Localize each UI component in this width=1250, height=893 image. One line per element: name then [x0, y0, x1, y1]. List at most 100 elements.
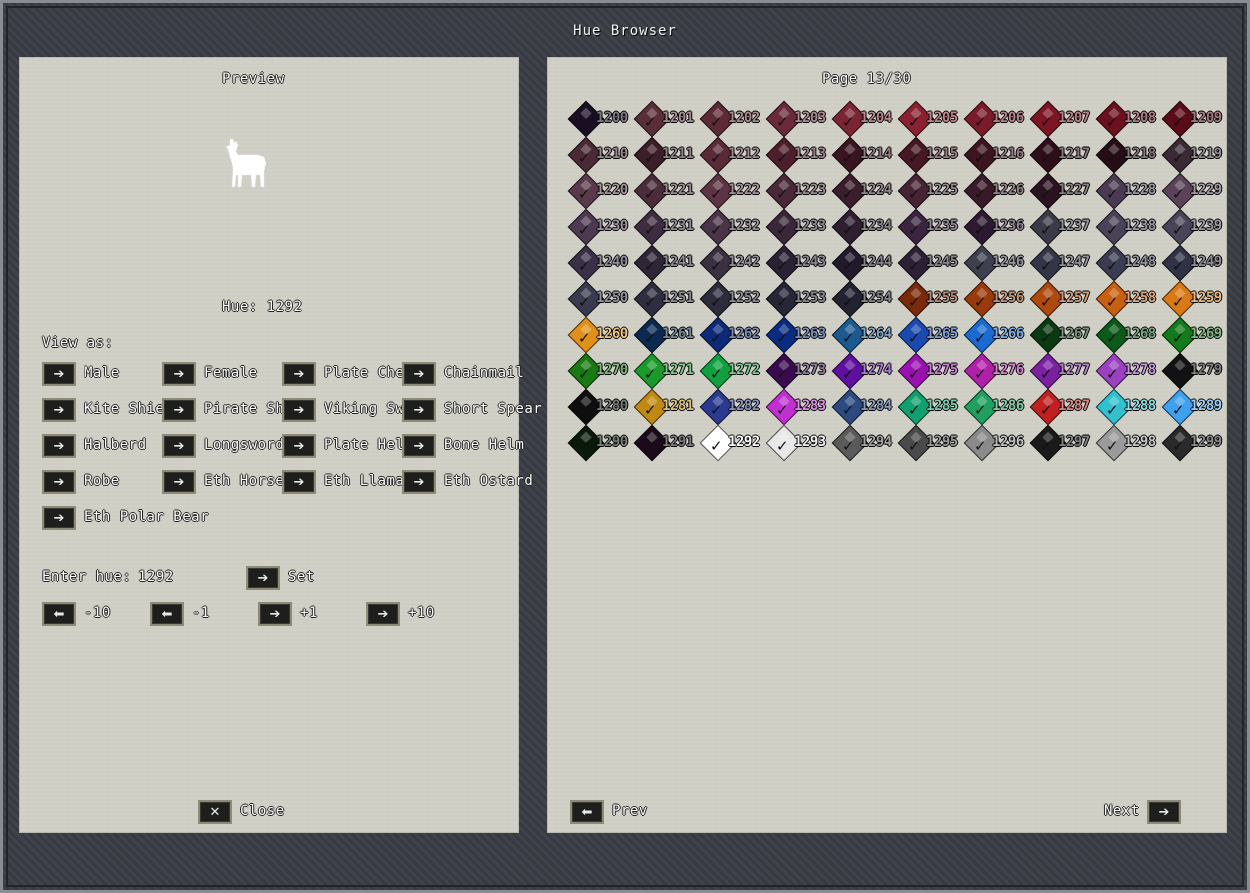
hue-swatch[interactable]: ✓ 1238 — [1095, 208, 1162, 246]
view-as-plate-chest-button[interactable]: ➔ — [282, 362, 316, 386]
hue-swatch[interactable]: ✓ 1245 — [897, 244, 964, 282]
hue-swatch[interactable]: ✓ 1239 — [1161, 208, 1228, 246]
enter-hue-input[interactable]: 1292 — [138, 569, 174, 585]
hue-swatch[interactable]: ✓ 1226 — [963, 172, 1030, 210]
hue-swatch[interactable]: ✓ 1260 — [567, 316, 634, 354]
minus-10-button[interactable]: ⬅ — [42, 602, 76, 626]
hue-swatch[interactable]: ✓ 1266 — [963, 316, 1030, 354]
hue-swatch[interactable]: ✓ 1263 — [765, 316, 832, 354]
view-as-female-button[interactable]: ➔ — [162, 362, 196, 386]
hue-swatch[interactable]: ✓ 1240 — [567, 244, 634, 282]
hue-swatch[interactable]: ✓ 1277 — [1029, 352, 1096, 390]
hue-swatch[interactable]: ✓ 1204 — [831, 100, 898, 138]
hue-swatch[interactable]: ✓ 1282 — [699, 388, 766, 426]
hue-swatch[interactable]: ✓ 1271 — [633, 352, 700, 390]
hue-swatch[interactable]: ✓ 1207 — [1029, 100, 1096, 138]
hue-swatch[interactable]: ✓ 1286 — [963, 388, 1030, 426]
hue-swatch[interactable]: ✓ 1220 — [567, 172, 634, 210]
hue-swatch[interactable]: ✓ 1264 — [831, 316, 898, 354]
hue-swatch[interactable]: ✓ 1227 — [1029, 172, 1096, 210]
hue-swatch[interactable]: ✓ 1243 — [765, 244, 832, 282]
hue-swatch[interactable]: ✓ 1278 — [1095, 352, 1162, 390]
hue-swatch[interactable]: ✓ 1209 — [1161, 100, 1228, 138]
hue-swatch[interactable]: ✓ 1217 — [1029, 136, 1096, 174]
hue-swatch[interactable]: ✓ 1202 — [699, 100, 766, 138]
hue-swatch[interactable]: ✓ 1251 — [633, 280, 700, 318]
hue-swatch[interactable]: ✓ 1232 — [699, 208, 766, 246]
hue-swatch[interactable]: ✓ 1289 — [1161, 388, 1228, 426]
hue-swatch[interactable]: ✓ 1254 — [831, 280, 898, 318]
hue-swatch[interactable]: ✓ 1211 — [633, 136, 700, 174]
hue-swatch[interactable]: ✓ 1293 — [765, 424, 832, 462]
hue-swatch[interactable]: ✓ 1208 — [1095, 100, 1162, 138]
hue-swatch[interactable]: ✓ 1201 — [633, 100, 700, 138]
hue-swatch[interactable]: ✓ 1246 — [963, 244, 1030, 282]
hue-swatch[interactable]: ✓ 1288 — [1095, 388, 1162, 426]
hue-swatch[interactable]: ✓ 1223 — [765, 172, 832, 210]
view-as-viking-sword-button[interactable]: ➔ — [282, 398, 316, 422]
hue-swatch[interactable]: ✓ 1269 — [1161, 316, 1228, 354]
hue-swatch[interactable]: ✓ 1283 — [765, 388, 832, 426]
hue-swatch[interactable]: ✓ 1284 — [831, 388, 898, 426]
hue-swatch[interactable]: ✓ 1221 — [633, 172, 700, 210]
hue-swatch[interactable]: ✓ 1216 — [963, 136, 1030, 174]
hue-swatch[interactable]: ✓ 1275 — [897, 352, 964, 390]
view-as-kite-shield-button[interactable]: ➔ — [42, 398, 76, 422]
hue-swatch[interactable]: ✓ 1297 — [1029, 424, 1096, 462]
view-as-male-button[interactable]: ➔ — [42, 362, 76, 386]
hue-swatch[interactable]: ✓ 1225 — [897, 172, 964, 210]
hue-swatch[interactable]: ✓ 1213 — [765, 136, 832, 174]
hue-swatch[interactable]: ✓ 1272 — [699, 352, 766, 390]
hue-swatch[interactable]: ✓ 1273 — [765, 352, 832, 390]
hue-swatch[interactable]: ✓ 1258 — [1095, 280, 1162, 318]
hue-swatch[interactable]: ✓ 1280 — [567, 388, 634, 426]
hue-swatch[interactable]: ✓ 1255 — [897, 280, 964, 318]
hue-swatch[interactable]: ✓ 1290 — [567, 424, 634, 462]
hue-swatch[interactable]: ✓ 1237 — [1029, 208, 1096, 246]
hue-swatch[interactable]: ✓ 1287 — [1029, 388, 1096, 426]
hue-swatch[interactable]: ✓ 1242 — [699, 244, 766, 282]
view-as-longsword-button[interactable]: ➔ — [162, 434, 196, 458]
hue-swatch[interactable]: ✓ 1253 — [765, 280, 832, 318]
hue-swatch[interactable]: ✓ 1205 — [897, 100, 964, 138]
view-as-pirate-shield-button[interactable]: ➔ — [162, 398, 196, 422]
hue-swatch[interactable]: ✓ 1222 — [699, 172, 766, 210]
hue-swatch[interactable]: ✓ 1256 — [963, 280, 1030, 318]
hue-swatch[interactable]: ✓ 1249 — [1161, 244, 1228, 282]
hue-swatch[interactable]: ✓ 1235 — [897, 208, 964, 246]
hue-swatch[interactable]: ✓ 1295 — [897, 424, 964, 462]
hue-swatch[interactable]: 1200 — [567, 100, 634, 138]
hue-swatch[interactable]: ✓ 1224 — [831, 172, 898, 210]
hue-swatch[interactable]: ✓ 1262 — [699, 316, 766, 354]
hue-swatch[interactable]: ✓ 1265 — [897, 316, 964, 354]
hue-swatch[interactable]: ✓ 1294 — [831, 424, 898, 462]
hue-swatch[interactable]: ✓ 1206 — [963, 100, 1030, 138]
hue-swatch[interactable]: ✓ 1218 — [1095, 136, 1162, 174]
view-as-short-spear-button[interactable]: ➔ — [402, 398, 436, 422]
view-as-eth-llama-button[interactable]: ➔ — [282, 470, 316, 494]
view-as-eth-horse-button[interactable]: ➔ — [162, 470, 196, 494]
hue-swatch[interactable]: ✓ 1210 — [567, 136, 634, 174]
plus-1-button[interactable]: ➔ — [258, 602, 292, 626]
hue-swatch[interactable]: ✓ 1285 — [897, 388, 964, 426]
view-as-plate-helm-button[interactable]: ➔ — [282, 434, 316, 458]
view-as-robe-button[interactable]: ➔ — [42, 470, 76, 494]
hue-swatch[interactable]: ✓ 1247 — [1029, 244, 1096, 282]
hue-swatch[interactable]: ✓ 1261 — [633, 316, 700, 354]
hue-swatch[interactable]: ✓ 1292 — [699, 424, 766, 462]
prev-page-button[interactable]: ⬅ — [570, 800, 604, 824]
plus-10-button[interactable]: ➔ — [366, 602, 400, 626]
view-as-eth-polar-bear-button[interactable]: ➔ — [42, 506, 76, 530]
hue-swatch[interactable]: ✓ 1244 — [831, 244, 898, 282]
view-as-halberd-button[interactable]: ➔ — [42, 434, 76, 458]
hue-swatch[interactable]: ✓ 1267 — [1029, 316, 1096, 354]
view-as-bone-helm-button[interactable]: ➔ — [402, 434, 436, 458]
hue-swatch[interactable]: ✓ 1279 — [1161, 352, 1228, 390]
close-button[interactable]: ✕ — [198, 800, 232, 824]
hue-swatch[interactable]: ✓ 1252 — [699, 280, 766, 318]
hue-swatch[interactable]: ✓ 1203 — [765, 100, 832, 138]
hue-swatch[interactable]: ✓ 1219 — [1161, 136, 1228, 174]
hue-swatch[interactable]: ✓ 1270 — [567, 352, 634, 390]
set-hue-button[interactable]: ➔ — [246, 566, 280, 590]
minus-1-button[interactable]: ⬅ — [150, 602, 184, 626]
